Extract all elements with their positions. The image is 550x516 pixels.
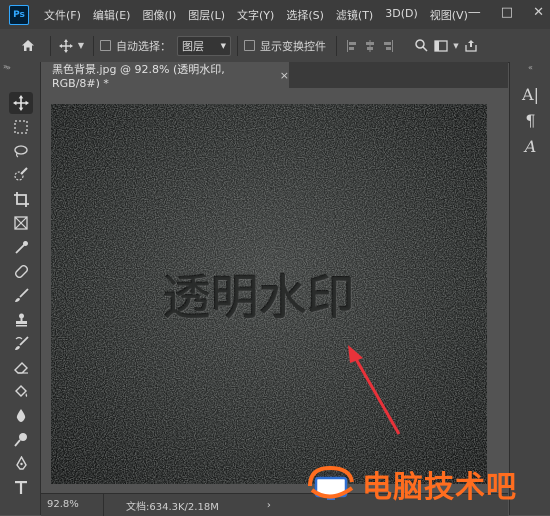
lasso-icon <box>14 145 28 158</box>
divider <box>50 35 51 56</box>
quick-select-icon <box>14 167 28 181</box>
crop-tool[interactable] <box>9 188 33 210</box>
eraser-icon <box>13 361 28 374</box>
workspace-icon[interactable] <box>431 39 451 52</box>
drop-icon <box>16 408 26 422</box>
crop-icon <box>13 191 29 207</box>
type-tool[interactable] <box>9 476 33 498</box>
eyedropper-tool[interactable] <box>9 236 33 258</box>
photoshop-logo: Ps <box>9 4 29 25</box>
doc-info: 文档:634.3K/2.18M <box>126 501 219 513</box>
menu-file[interactable]: 文件(F) <box>38 7 87 23</box>
brush-tool[interactable] <box>9 284 33 306</box>
menu-type[interactable]: 文字(Y) <box>231 7 280 23</box>
history-brush-icon <box>14 335 29 350</box>
close-icon[interactable]: × <box>280 69 289 82</box>
move-tool-icon[interactable] <box>57 38 75 53</box>
menu-select[interactable]: 选择(S) <box>280 7 330 23</box>
divider <box>336 35 337 56</box>
chevron-down-icon[interactable]: ▼ <box>75 41 87 50</box>
quick-select-tool[interactable] <box>9 164 33 186</box>
paragraph-panel-icon[interactable]: ¶ <box>510 108 550 134</box>
brand-watermark: 电脑技术吧 <box>306 462 517 506</box>
clone-stamp-tool[interactable] <box>9 308 33 330</box>
divider <box>237 35 238 56</box>
menu-edit[interactable]: 编辑(E) <box>87 7 137 23</box>
brand-text: 电脑技术吧 <box>362 470 517 505</box>
menu-view[interactable]: 视图(V) <box>424 7 474 23</box>
brand-logo-icon <box>308 465 354 500</box>
menu-layer[interactable]: 图层(L) <box>182 7 231 23</box>
menu-items: 文件(F) 编辑(E) 图像(I) 图层(L) 文字(Y) 选择(S) 滤镜(T… <box>38 7 474 23</box>
dodge-icon <box>13 432 27 447</box>
align-right-icon[interactable] <box>379 39 397 52</box>
marquee-icon <box>14 120 28 134</box>
close-icon[interactable]: ✕ <box>533 5 544 20</box>
chevron-down-icon: ▼ <box>220 41 226 50</box>
eyedropper-icon <box>14 240 28 254</box>
align-center-icon[interactable] <box>361 39 379 52</box>
align-left-icon[interactable] <box>343 39 361 52</box>
options-bar: ▼ 自动选择： 图层 ▼ 显示变换控件 ▼ <box>0 29 550 63</box>
paint-bucket-icon <box>14 384 27 397</box>
history-brush-tool[interactable] <box>9 332 33 354</box>
paint-bucket-tool[interactable] <box>9 380 33 402</box>
share-icon[interactable] <box>461 39 481 52</box>
auto-select-dropdown[interactable]: 图层 ▼ <box>177 35 231 56</box>
stamp-icon <box>15 313 27 326</box>
right-panel: « A| ¶ A <box>509 62 550 515</box>
minimize-icon[interactable]: — <box>468 5 481 20</box>
bandage-icon <box>14 264 28 278</box>
frame-tool[interactable] <box>9 212 33 234</box>
maximize-icon[interactable]: □ <box>501 5 513 20</box>
chevron-right-icon[interactable]: › <box>267 500 271 511</box>
frame-icon <box>14 216 28 230</box>
type-icon <box>15 480 27 494</box>
canvas-area: 透明水印 <box>41 88 508 493</box>
pen-icon <box>15 455 27 470</box>
panel-collapse-icon[interactable]: » <box>3 62 8 71</box>
move-icon <box>13 95 29 111</box>
toolbox: » <box>0 62 41 515</box>
auto-select-label: 自动选择： <box>116 39 171 53</box>
brush-icon <box>14 287 29 302</box>
eraser-tool[interactable] <box>9 356 33 378</box>
pen-tool[interactable] <box>9 452 33 474</box>
dropdown-value: 图层 <box>182 39 204 53</box>
document-tab-title: 黑色背景.jpg @ 92.8% (透明水印, RGB/8#) * <box>52 62 225 90</box>
healing-brush-tool[interactable] <box>9 260 33 282</box>
menu-filter[interactable]: 滤镜(T) <box>330 7 379 23</box>
watermark-text: 透明水印 <box>163 270 356 326</box>
menu-bar: Ps 文件(F) 编辑(E) 图像(I) 图层(L) 文字(Y) 选择(S) 滤… <box>0 0 550 29</box>
home-icon[interactable] <box>18 39 38 52</box>
show-transform-checkbox[interactable] <box>244 40 255 51</box>
divider <box>93 35 94 56</box>
search-icon[interactable] <box>411 39 431 52</box>
menu-3d[interactable]: 3D(D) <box>379 7 424 23</box>
window-controls: — □ ✕ <box>468 5 544 20</box>
blur-tool[interactable] <box>9 404 33 426</box>
zoom-level[interactable]: 92.8% <box>41 494 104 516</box>
document-canvas[interactable]: 透明水印 <box>51 104 487 484</box>
move-tool[interactable] <box>9 92 33 114</box>
dodge-tool[interactable] <box>9 428 33 450</box>
panel-expand-icon[interactable]: « <box>510 62 550 74</box>
chevron-down-icon[interactable]: ▼ <box>451 42 461 50</box>
show-transform-label: 显示变换控件 <box>260 39 326 53</box>
document-tab[interactable]: 黑色背景.jpg @ 92.8% (透明水印, RGB/8#) * × <box>41 62 289 90</box>
character-panel-icon[interactable]: A| <box>510 82 550 108</box>
marquee-tool[interactable] <box>9 116 33 138</box>
auto-select-checkbox[interactable] <box>100 40 111 51</box>
lasso-tool[interactable] <box>9 140 33 162</box>
document-tab-bar: » 黑色背景.jpg @ 92.8% (透明水印, RGB/8#) * × <box>3 62 508 90</box>
menu-image[interactable]: 图像(I) <box>136 7 182 23</box>
glyphs-panel-icon[interactable]: A <box>510 134 550 160</box>
